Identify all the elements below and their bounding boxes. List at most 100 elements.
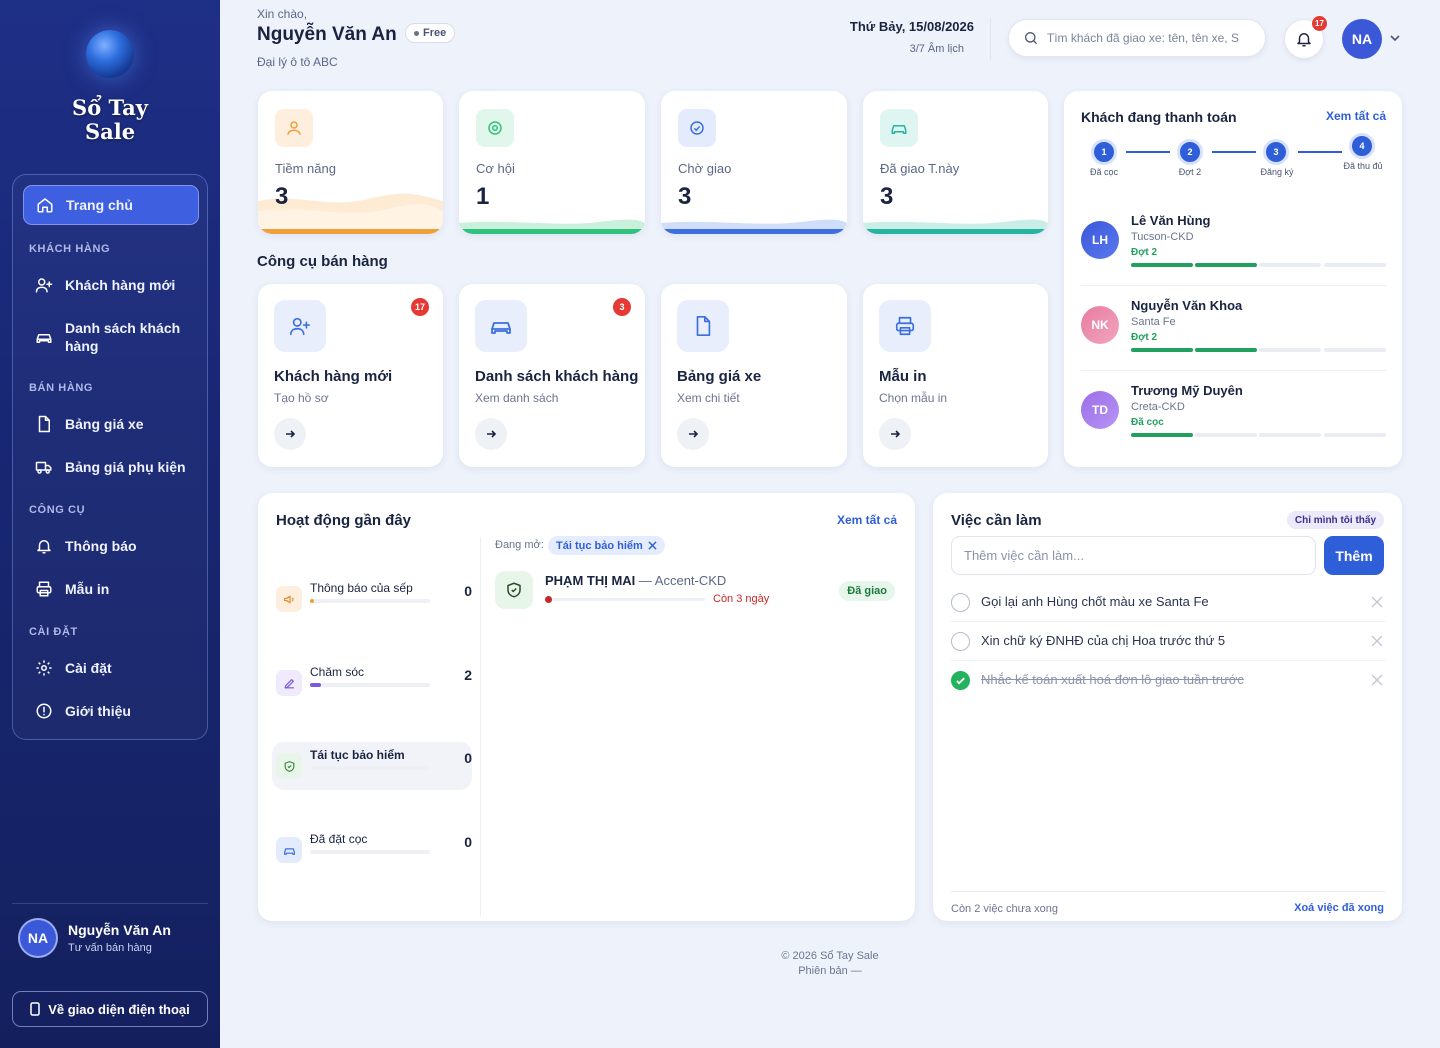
user-plus-icon	[290, 317, 310, 336]
sidebar-user-name: Nguyễn Văn An	[68, 922, 171, 938]
activity-item-insurance-renewal[interactable]: Tái tục bảo hiểm 0	[272, 742, 472, 790]
activity-name: Chăm sóc	[310, 665, 365, 679]
todo-checkbox-checked[interactable]	[951, 671, 970, 690]
stat-bar	[459, 229, 645, 234]
close-icon[interactable]	[1371, 596, 1383, 608]
sidebar-item-print-templates[interactable]: Mẫu in	[23, 579, 199, 599]
car-icon	[276, 837, 302, 863]
stat-card-pending-delivery[interactable]: Chờ giao 3	[661, 91, 847, 234]
activity-item-deposited[interactable]: Đã đặt cọc 0	[272, 826, 472, 874]
recent-activity-panel: Hoạt động gần đây Xem tất cả Thông báo c…	[258, 493, 915, 921]
step-connector	[1126, 151, 1170, 153]
record-dot	[545, 596, 552, 603]
sidebar-nav: Trang chủ KHÁCH HÀNG Khách hàng mới Danh…	[12, 174, 208, 740]
nav-section-settings: CÀI ĐẶT	[29, 626, 78, 638]
arrow-right-icon	[487, 430, 497, 438]
home-icon	[37, 198, 53, 213]
todo-text: Xin chữ ký ĐNHĐ của chị Hoa trước thứ 5	[981, 633, 1226, 648]
todo-add-button[interactable]: Thêm	[1324, 536, 1384, 575]
sidebar-item-home[interactable]: Trang chủ	[23, 185, 199, 225]
sidebar: Sổ Tay Sale Trang chủ KHÁCH HÀNG Khách h…	[0, 0, 220, 1048]
tool-title: Bảng giá xe	[677, 368, 762, 385]
activity-view-all-link[interactable]: Xem tất cả	[837, 513, 897, 527]
bell-icon	[37, 540, 51, 554]
todo-item: Nhắc kế toán xuất hoá đơn lô giao tuần t…	[951, 661, 1385, 700]
activity-track	[310, 850, 430, 854]
activity-track	[310, 599, 430, 603]
payment-segment	[1195, 348, 1257, 352]
close-icon[interactable]	[1371, 674, 1383, 686]
tool-icon-box	[879, 300, 931, 352]
header-avatar[interactable]: NA	[1342, 19, 1382, 59]
todo-clear-done-link[interactable]: Xoá việc đã xong	[1294, 902, 1384, 914]
truck-icon	[35, 461, 52, 474]
sidebar-item-car-prices[interactable]: Bảng giá xe	[23, 414, 199, 434]
tool-go-button[interactable]	[274, 418, 306, 450]
payment-segment	[1324, 263, 1386, 267]
buyer-avatar: NK	[1081, 306, 1119, 344]
step-connector	[1298, 151, 1342, 153]
open-filter-chip[interactable]: Tái tục bảo hiểm	[548, 536, 665, 555]
tool-card-customer-list[interactable]: 3 Danh sách khách hàng Xem danh sách	[459, 284, 645, 467]
activity-item-care[interactable]: Chăm sóc 2	[272, 659, 472, 707]
tool-badge: 17	[411, 298, 429, 316]
buyer-name[interactable]: Trương Mỹ Duyên	[1131, 383, 1243, 398]
sidebar-item-accessory-prices[interactable]: Bảng giá phụ kiện	[23, 457, 199, 477]
tool-card-car-prices[interactable]: Bảng giá xe Xem chi tiết	[661, 284, 847, 467]
buyer-name[interactable]: Lê Văn Hùng	[1131, 213, 1210, 228]
current-date: Thứ Bảy, 15/08/2026	[849, 19, 974, 34]
stat-card-potential[interactable]: Tiềm năng 3	[258, 91, 443, 234]
logo-line-1: Sổ Tay	[72, 95, 148, 120]
tool-card-new-customer[interactable]: 17 Khách hàng mới Tạo hồ sơ	[258, 284, 443, 467]
chevron-down-icon[interactable]	[1389, 32, 1401, 44]
shield-icon	[276, 753, 302, 779]
stat-card-delivered-month[interactable]: Đã giao T.này 3	[863, 91, 1048, 234]
stat-bar	[863, 229, 1048, 234]
search-input[interactable]	[1046, 31, 1251, 45]
greeting: Xin chào,	[257, 7, 308, 21]
tool-title: Danh sách khách hàng	[475, 368, 639, 385]
tool-subtitle: Tạo hồ sơ	[274, 391, 329, 405]
user-plus-icon	[35, 278, 53, 293]
user-icon	[287, 121, 301, 135]
payment-segment	[1259, 348, 1321, 352]
mobile-view-button[interactable]: Về giao diện điện thoại	[12, 991, 208, 1027]
lunar-date: 3/7 Âm lịch	[909, 43, 964, 55]
sidebar-item-about[interactable]: Giới thiệu	[23, 701, 199, 721]
todo-text: Nhắc kế toán xuất hoá đơn lô giao tuần t…	[981, 672, 1244, 687]
close-icon[interactable]	[648, 541, 657, 550]
todo-footer-divider	[951, 891, 1385, 892]
sidebar-item-notifications[interactable]: Thông báo	[23, 536, 199, 556]
tool-badge: 3	[613, 298, 631, 316]
todo-checkbox[interactable]	[951, 632, 970, 651]
buyer-name[interactable]: Nguyễn Văn Khoa	[1131, 298, 1242, 313]
todo-remaining: Còn 2 việc chưa xong	[951, 903, 1059, 915]
buyer-stage: Đợt 2	[1131, 247, 1158, 258]
activity-item-boss-notice[interactable]: Thông báo của sếp 0	[272, 575, 472, 623]
sidebar-item-new-customer[interactable]: Khách hàng mới	[23, 275, 199, 295]
activity-count: 0	[464, 834, 472, 850]
tool-go-button[interactable]	[677, 418, 709, 450]
close-icon[interactable]	[1371, 635, 1383, 647]
tool-icon-box	[677, 300, 729, 352]
todo-input[interactable]	[951, 536, 1316, 575]
target-icon	[488, 121, 502, 135]
tool-card-print-templates[interactable]: Mẫu in Chọn mẫu in	[863, 284, 1048, 467]
sidebar-item-label: Danh sách khách hàng	[65, 320, 181, 354]
activity-progress	[310, 683, 321, 687]
sidebar-item-customer-list[interactable]: Danh sách khách hàng	[23, 319, 199, 355]
tool-go-button[interactable]	[879, 418, 911, 450]
tool-go-button[interactable]	[475, 418, 507, 450]
record-customer-name: PHẠM THỊ MAI	[545, 573, 636, 588]
megaphone-icon	[276, 586, 302, 612]
header-divider	[990, 18, 991, 60]
todo-checkbox[interactable]	[951, 593, 970, 612]
sidebar-user-avatar[interactable]: NA	[18, 918, 58, 958]
sidebar-item-settings[interactable]: Cài đặt	[23, 658, 199, 678]
record-customer[interactable]: PHẠM THỊ MAI — Accent-CKD	[545, 573, 726, 588]
paying-view-all-link[interactable]: Xem tất cả	[1326, 109, 1386, 123]
stat-card-opportunity[interactable]: Cơ hội 1	[459, 91, 645, 234]
buyer-divider	[1081, 285, 1386, 286]
tool-icon-box	[274, 300, 326, 352]
car-icon	[491, 322, 511, 334]
